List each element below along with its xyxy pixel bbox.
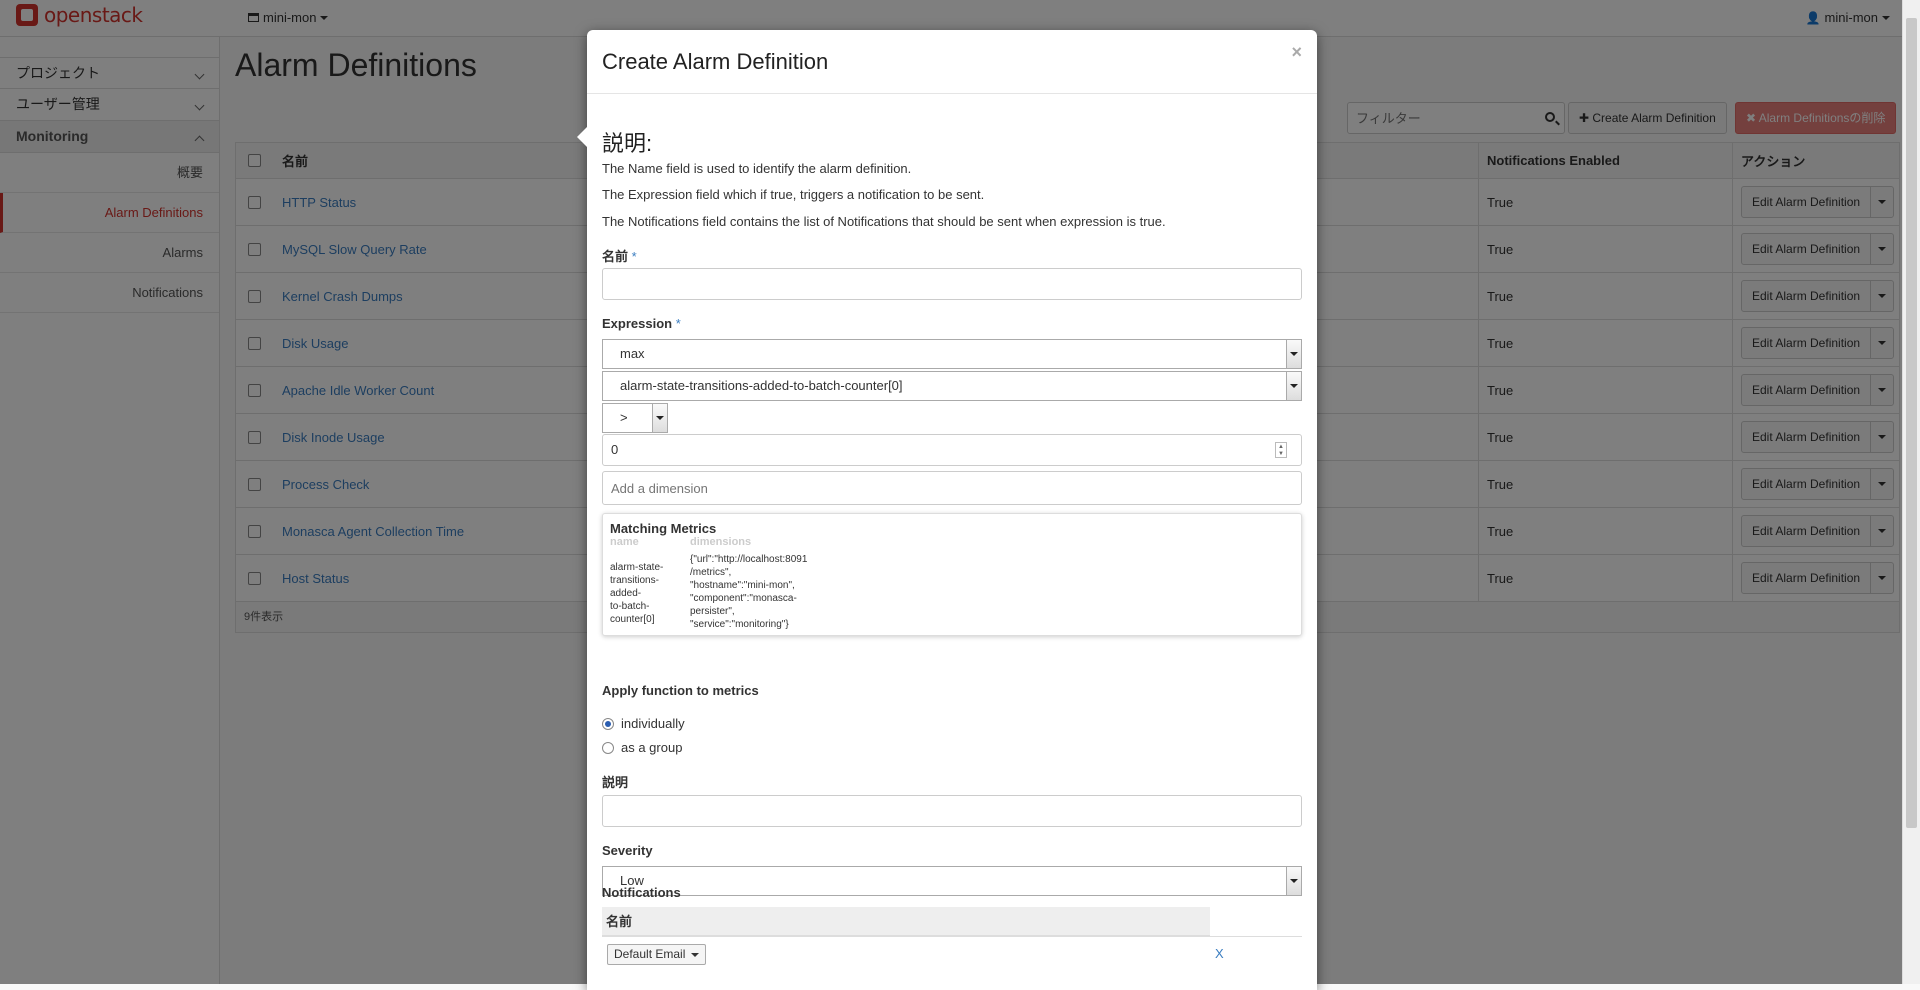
threshold-value: 0 [611, 442, 619, 457]
function-value: max [620, 346, 645, 361]
metrics-col-name: name [610, 536, 639, 548]
dropdown-arrow-icon[interactable] [1286, 340, 1301, 368]
description-line: The Expression field which if true, trig… [602, 187, 985, 202]
metric-name-line: added- [610, 588, 642, 599]
metric-dim-line: "hostname":"mini-mon", [690, 580, 795, 591]
notification-select[interactable]: Default Email [607, 944, 707, 965]
dimension-input[interactable] [602, 471, 1302, 505]
metric-dim-line: persister", [690, 606, 735, 617]
required-mark: * [631, 249, 637, 264]
severity-select[interactable]: Low [602, 866, 1302, 896]
metric-value: alarm-state-transitions-added-to-batch-c… [620, 378, 903, 393]
spin-up-icon[interactable]: ▲ [1276, 443, 1286, 450]
metric-name-cell: alarm-state- transitions- added- to-batc… [610, 561, 663, 626]
matching-metrics-title: Matching Metrics [610, 521, 717, 536]
modal-title: Create Alarm Definition [602, 49, 829, 74]
operator-value: > [620, 410, 628, 425]
dropdown-arrow-icon[interactable] [652, 404, 667, 432]
name-label: 名前 * [602, 246, 637, 265]
metric-dim-line: "service":"monitoring"} [690, 619, 789, 630]
scrollbar-thumb[interactable] [1906, 18, 1917, 828]
description-field-label: 説明 [602, 775, 629, 790]
spin-down-icon[interactable]: ▼ [1276, 450, 1286, 457]
metrics-col-dimensions: dimensions [690, 536, 752, 548]
description-heading: 説明: [602, 131, 653, 156]
radio-label: as a group [621, 740, 683, 755]
description-line: The Name field is used to identify the a… [602, 161, 912, 176]
metric-dimensions-cell: {"url":"http://localhost:8091 /metrics",… [690, 553, 807, 631]
metric-name-line: counter[0] [610, 614, 655, 625]
expression-metric-select[interactable]: alarm-state-transitions-added-to-batch-c… [602, 371, 1302, 401]
popover-pointer [577, 127, 587, 147]
expression-function-select[interactable]: max [602, 339, 1302, 369]
dropdown-arrow-icon[interactable] [1286, 372, 1301, 400]
expression-label: Expression * [602, 316, 681, 331]
description-line: The Notifications field contains the lis… [602, 214, 1166, 229]
close-icon[interactable]: × [1291, 42, 1302, 63]
radio-button[interactable] [602, 741, 614, 754]
create-alarm-definition-modal: Create Alarm Definition × 説明: The Name f… [577, 30, 1317, 990]
metric-name-line: alarm-state- [610, 562, 664, 573]
page-scrollbar[interactable] [1902, 0, 1920, 984]
caret-down-icon [691, 952, 700, 957]
notifications-label: Notifications [602, 885, 681, 900]
radio-button[interactable] [602, 717, 614, 730]
radio-label: individually [621, 716, 685, 731]
matching-metrics-panel: Matching Metrics name dimensions alarm-s… [602, 513, 1302, 636]
name-label-text: 名前 [602, 249, 629, 264]
required-mark: * [675, 316, 681, 331]
metric-name-line: to-batch- [610, 601, 650, 612]
notifications-col-name: 名前 [602, 907, 1210, 936]
notification-row: Default Email X [602, 936, 1302, 972]
metric-name-line: transitions- [610, 575, 659, 586]
modal-header: Create Alarm Definition × [587, 30, 1317, 94]
dropdown-arrow-icon[interactable] [1286, 867, 1301, 895]
description-input[interactable] [602, 795, 1302, 827]
metric-dim-line: /metrics", [690, 567, 732, 578]
radio-as-a-group[interactable]: as a group [602, 740, 682, 755]
expression-label-text: Expression [602, 316, 673, 331]
severity-label: Severity [602, 843, 653, 858]
notifications-table: 名前 Default Email X [602, 907, 1302, 972]
threshold-input[interactable]: 0 ▲ ▼ [602, 434, 1302, 466]
metric-dim-line: "component":"monasca- [690, 593, 797, 604]
expression-operator-select[interactable]: > [602, 403, 668, 433]
number-spinner[interactable]: ▲ ▼ [1275, 442, 1287, 458]
remove-notification-link[interactable]: X [1215, 946, 1224, 961]
apply-function-label: Apply function to metrics [602, 683, 759, 698]
metric-dim-line: {"url":"http://localhost:8091 [690, 554, 808, 565]
notification-select-value: Default Email [614, 947, 686, 961]
name-input[interactable] [602, 268, 1302, 300]
radio-individually[interactable]: individually [602, 716, 685, 731]
